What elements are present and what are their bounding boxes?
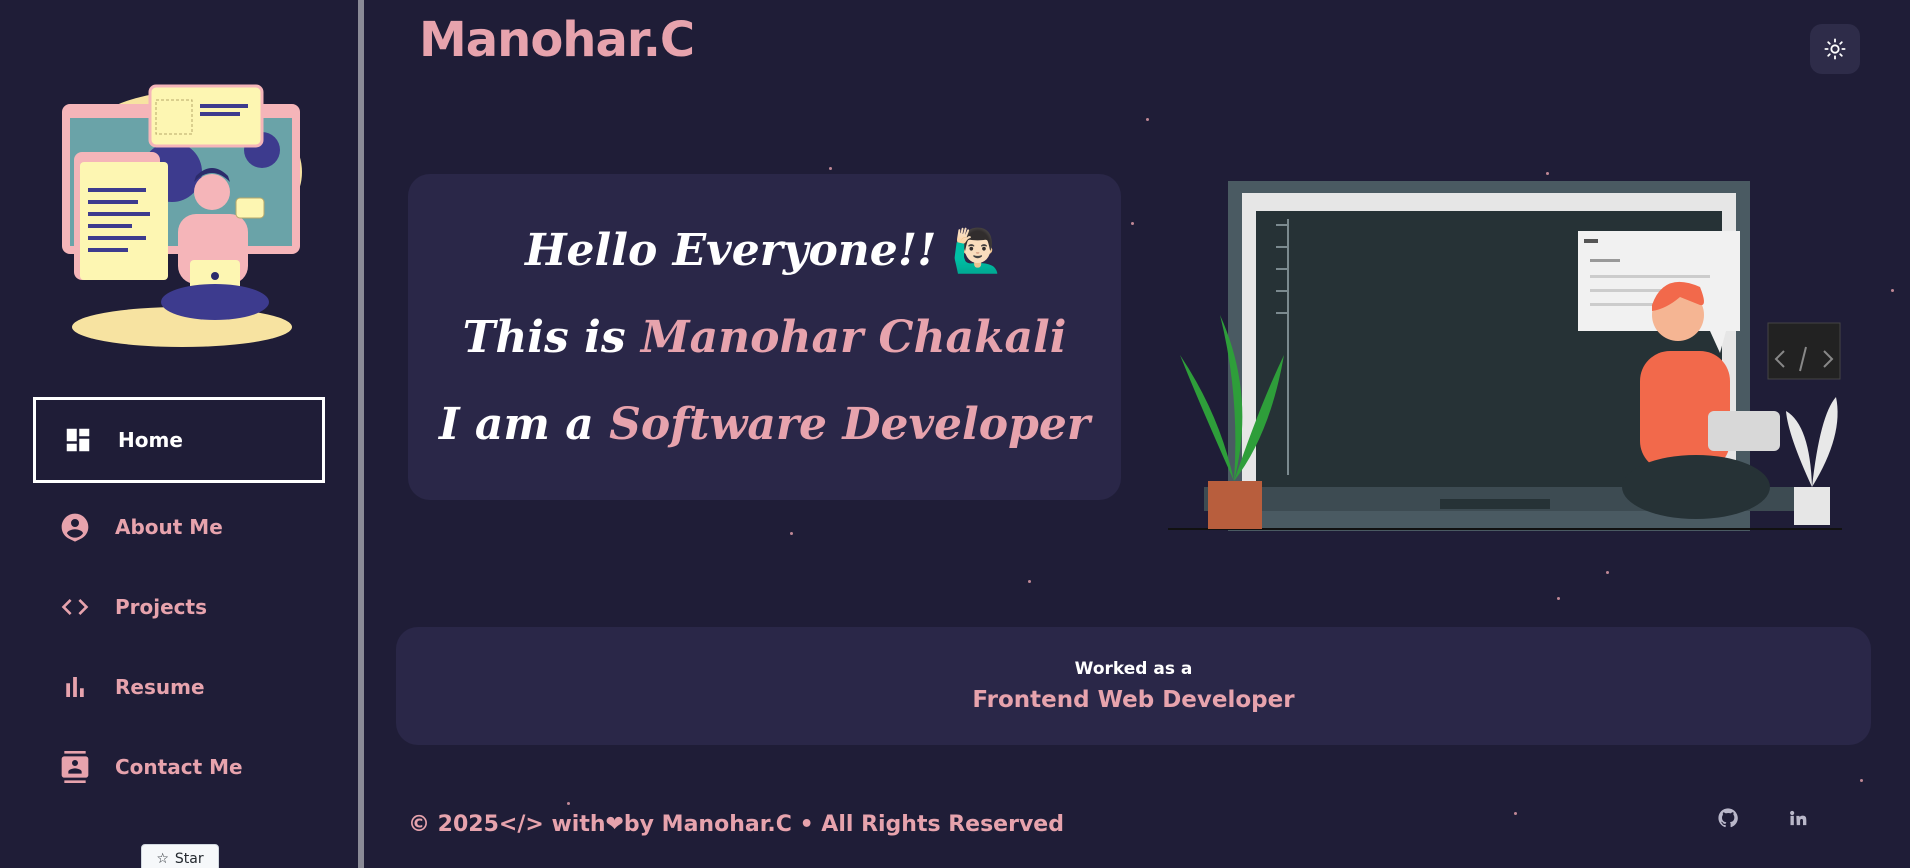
dashboard-icon [62, 424, 94, 456]
intro-card: Hello Everyone!! 🙋🏻‍♂️ This is Manohar C… [408, 174, 1121, 500]
nav-item-label: Home [118, 428, 183, 452]
work-prefix: Worked as a [1074, 659, 1193, 679]
work-experience-card: Worked as a Frontend Web Developer [396, 627, 1871, 745]
theme-toggle-button[interactable] [1810, 24, 1860, 74]
linkedin-icon[interactable] [1786, 806, 1810, 830]
star-dot [1131, 222, 1134, 225]
star-dot [1146, 118, 1149, 121]
name-line: This is Manohar Chakali [463, 312, 1067, 363]
waving-person-emoji: 🙋🏻‍♂️ [951, 225, 1005, 275]
github-star-button[interactable]: ☆ Star [141, 844, 219, 868]
greeting-line: Hello Everyone!! 🙋🏻‍♂️ [525, 225, 1004, 276]
code-icon [59, 591, 91, 623]
nav-item-label: About Me [115, 515, 223, 539]
name-prefix: This is [462, 311, 641, 363]
developer-illustration [62, 84, 302, 347]
account-circle-icon [59, 511, 91, 543]
star-dot [1606, 571, 1609, 574]
nav-item-home[interactable]: Home [33, 397, 325, 483]
nav-item-contact[interactable]: Contact Me [33, 727, 325, 807]
nav-item-label: Resume [115, 675, 205, 699]
nav-item-resume[interactable]: Resume [33, 647, 325, 727]
star-dot [1557, 597, 1560, 600]
greeting-text: Hello Everyone!! [524, 224, 937, 276]
star-dot [1028, 580, 1031, 583]
bar-chart-icon [59, 671, 91, 703]
star-icon: ☆ [156, 851, 169, 867]
nav-item-label: Contact Me [115, 755, 243, 779]
nav-item-projects[interactable]: Projects [33, 567, 325, 647]
star-dot [829, 167, 832, 170]
role-text: Software Developer [609, 398, 1091, 450]
work-role: Frontend Web Developer [972, 687, 1295, 713]
sidebar: Home About Me Projects Resume Contact Me [0, 0, 364, 868]
contact-card-icon [59, 751, 91, 783]
sun-icon [1824, 38, 1846, 60]
footer-copyright: © 2025</> with❤by Manohar.C • All Rights… [408, 812, 1064, 837]
full-name: Manohar Chakali [640, 311, 1067, 363]
main-nav: Home About Me Projects Resume Contact Me [33, 397, 325, 807]
brand-title[interactable]: Manohar.C [419, 12, 695, 68]
developer-laptop-illustration [1168, 181, 1842, 531]
role-prefix: I am a [438, 398, 610, 450]
star-dot [1891, 289, 1894, 292]
star-dot [567, 802, 570, 805]
social-links [1716, 806, 1810, 830]
github-icon[interactable] [1716, 806, 1740, 830]
star-dot [790, 532, 793, 535]
star-dot [1860, 779, 1863, 782]
nav-item-label: Projects [115, 595, 208, 619]
nav-item-about[interactable]: About Me [33, 487, 325, 567]
role-line: I am a Software Developer [439, 399, 1090, 450]
star-dot [1514, 812, 1517, 815]
star-button-label: Star [174, 851, 204, 867]
